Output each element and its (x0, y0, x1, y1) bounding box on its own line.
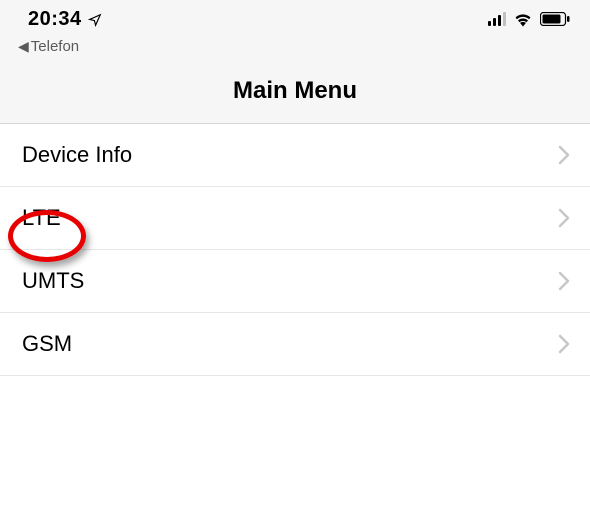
battery-icon (540, 12, 570, 26)
chevron-right-icon (558, 334, 570, 354)
menu-item-label: Device Info (22, 142, 132, 168)
wifi-icon (513, 11, 533, 27)
back-caret-icon: ◀ (18, 38, 29, 55)
menu-item-umts[interactable]: UMTS (0, 250, 590, 313)
status-left: 20:34 (28, 8, 102, 31)
chevron-right-icon (558, 145, 570, 165)
chevron-right-icon (558, 271, 570, 291)
menu-item-label: GSM (22, 331, 72, 357)
location-icon (88, 13, 102, 27)
menu-item-label: UMTS (22, 268, 84, 294)
status-time: 20:34 (28, 8, 82, 31)
chevron-right-icon (558, 208, 570, 228)
status-bar: 20:34 (0, 0, 590, 38)
menu-item-device-info[interactable]: Device Info (0, 124, 590, 187)
menu-list: Device Info LTE UMTS GSM (0, 124, 590, 376)
menu-item-label: LTE (22, 205, 61, 231)
page-header: Main Menu (0, 63, 590, 124)
page-title: Main Menu (0, 77, 590, 105)
menu-item-lte[interactable]: LTE (0, 187, 590, 250)
back-to-app-button[interactable]: ◀ Telefon (0, 38, 590, 63)
status-right (488, 8, 570, 27)
back-app-label: Telefon (31, 38, 79, 55)
cellular-signal-icon (488, 12, 506, 26)
menu-item-gsm[interactable]: GSM (0, 313, 590, 376)
